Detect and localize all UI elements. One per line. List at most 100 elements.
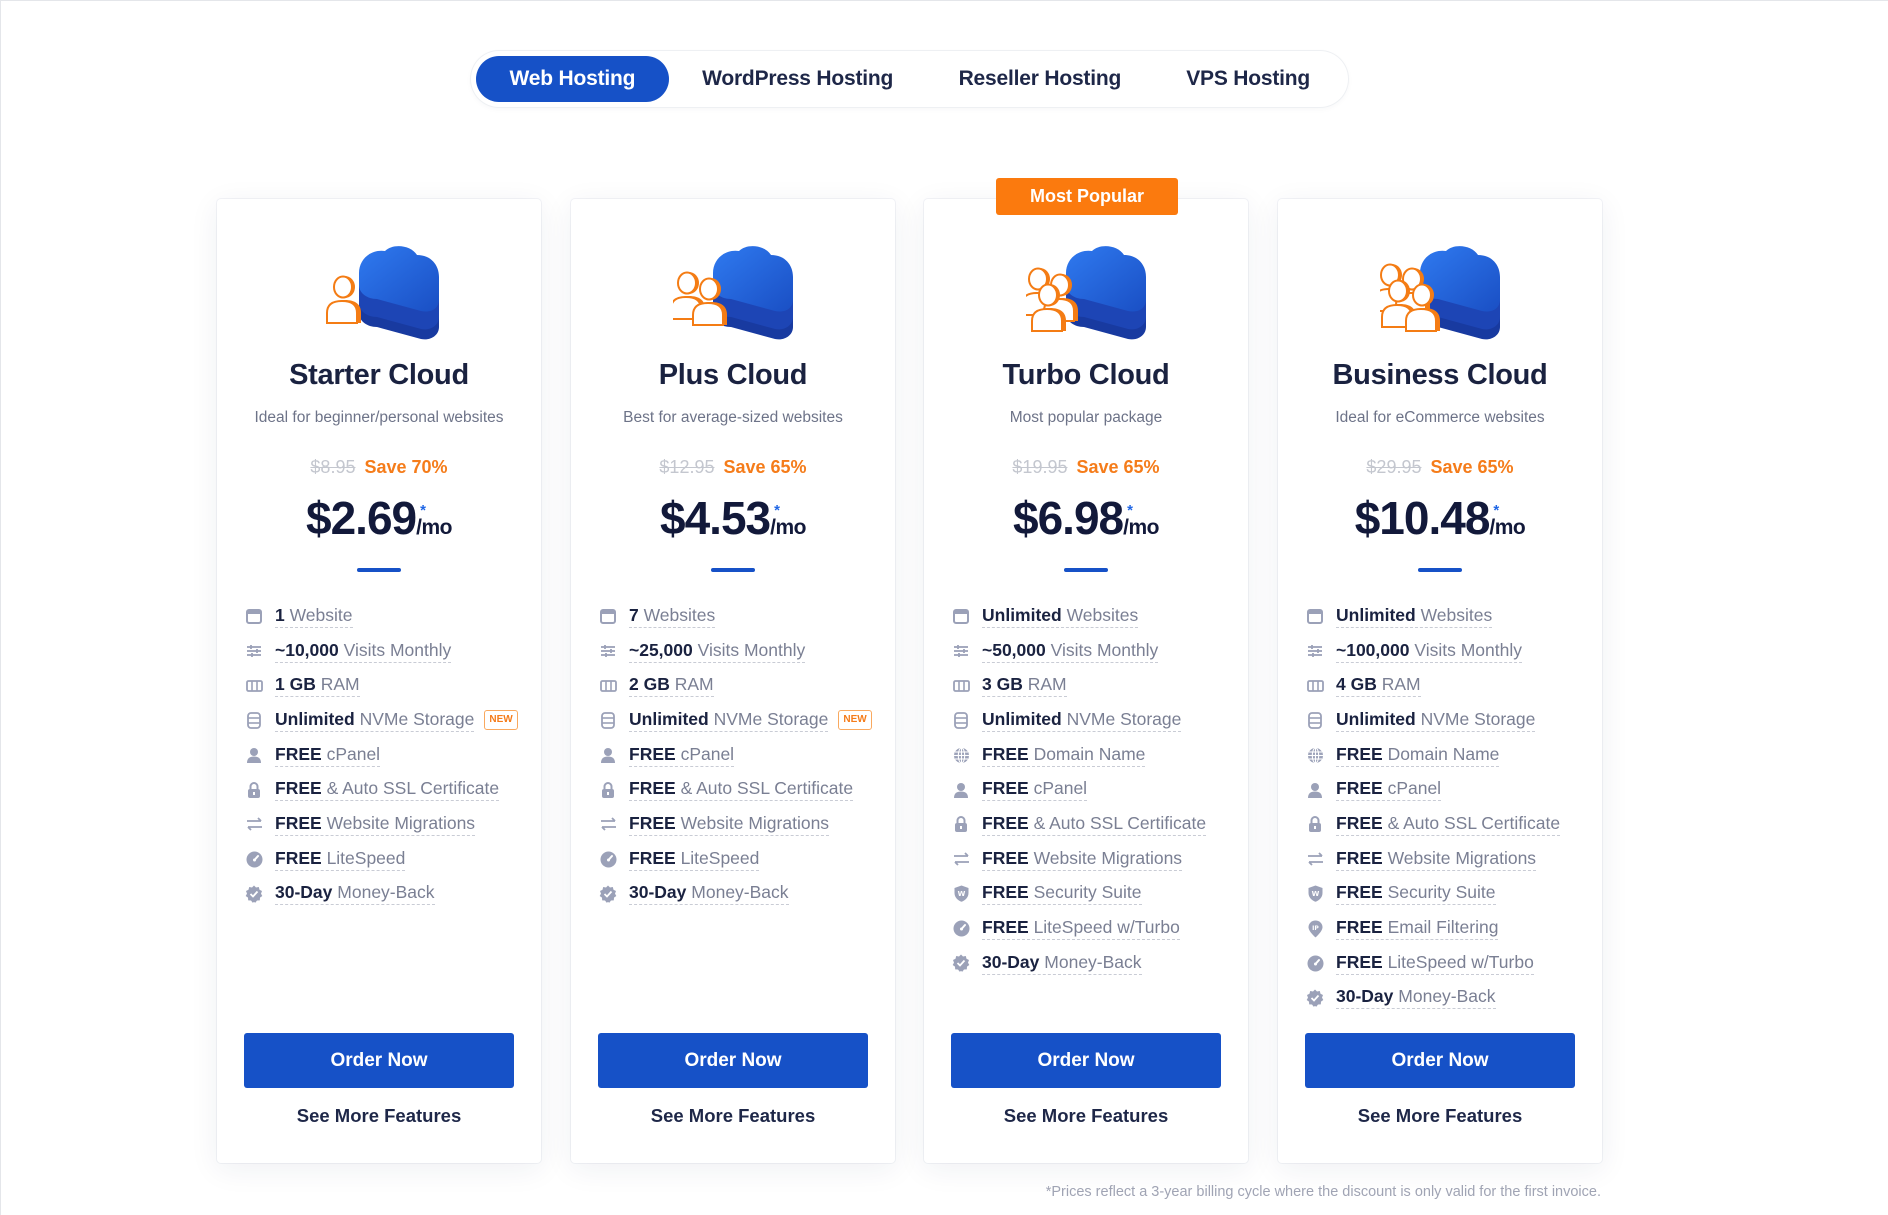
cloud-four-users-icon	[1373, 241, 1500, 341]
feature-text[interactable]: Unlimited NVMe Storage	[275, 709, 475, 732]
feature-text[interactable]: FREE Website Migrations	[1336, 848, 1537, 871]
feature-label: Domain Name	[1033, 743, 1146, 764]
price-footnote-asterisk: *	[420, 502, 426, 519]
feature-label: Visits Monthly	[697, 639, 806, 660]
see-more-features-link[interactable]: See More Features	[1278, 1105, 1602, 1127]
order-now-button[interactable]: Order Now	[598, 1033, 868, 1088]
feature-highlight: 4 GB	[1336, 674, 1377, 695]
order-now-button[interactable]: Order Now	[1305, 1033, 1575, 1088]
feature-label: Domain Name	[1387, 743, 1500, 764]
feature-text[interactable]: FREE Domain Name	[1336, 743, 1500, 767]
see-more-features-link[interactable]: See More Features	[217, 1105, 541, 1127]
feature-text[interactable]: 3 GB RAM	[982, 674, 1067, 698]
feature-text[interactable]: 2 GB RAM	[629, 674, 714, 698]
feature-text[interactable]: FREE LiteSpeed w/Turbo	[982, 917, 1180, 941]
feature-text[interactable]: 1 GB RAM	[275, 674, 360, 698]
feature-label: RAM	[674, 674, 714, 695]
browser-window-icon	[245, 607, 263, 625]
feature-text[interactable]: FREE Website Migrations	[275, 813, 476, 836]
feature-text[interactable]: FREE Security Suite	[982, 882, 1142, 906]
tab-vps-hosting[interactable]: VPS Hosting	[1153, 56, 1343, 102]
feature-highlight: 1 GB	[275, 674, 316, 695]
feature-text[interactable]: FREE LiteSpeed	[629, 848, 760, 871]
feature-text[interactable]: 30-Day Money-Back	[629, 882, 789, 906]
price-footnote-asterisk: *	[1127, 502, 1133, 519]
tab-wordpress-hosting[interactable]: WordPress Hosting	[669, 56, 927, 102]
feature-text[interactable]: FREE Security Suite	[1336, 882, 1496, 906]
feature-text[interactable]: 1 Website	[275, 605, 353, 628]
feature-text[interactable]: FREE Website Migrations	[982, 848, 1183, 871]
feature-text[interactable]: 4 GB RAM	[1336, 674, 1421, 698]
feature-text[interactable]: Unlimited Websites	[982, 604, 1139, 628]
feature-text[interactable]: 7 Websites	[629, 604, 716, 628]
see-more-features-link[interactable]: See More Features	[924, 1105, 1248, 1127]
price-divider	[711, 568, 755, 572]
feature-label: cPanel	[326, 743, 381, 764]
feature-text[interactable]: 30-Day Money-Back	[1336, 986, 1496, 1010]
plan-description: Most popular package	[1009, 409, 1163, 426]
feature-text[interactable]: FREE & Auto SSL Certificate	[275, 778, 500, 802]
feature-text[interactable]: FREE LiteSpeed w/Turbo	[1336, 952, 1534, 975]
plan-card-plus: Plus Cloud Best for average-sized websit…	[571, 199, 895, 1163]
feature-label: Websites	[1066, 604, 1139, 625]
feature-text[interactable]: Unlimited NVMe Storage	[982, 708, 1182, 732]
feature-label: & Auto SSL Certificate	[326, 778, 500, 799]
feature-text[interactable]: Unlimited Websites	[1336, 605, 1493, 628]
price-divider	[357, 568, 401, 572]
feature-label: & Auto SSL Certificate	[1033, 812, 1207, 833]
feature-label: Visits Monthly	[1050, 639, 1159, 660]
feature-text[interactable]: Unlimited NVMe Storage	[1336, 709, 1536, 732]
monthly-price: $6.98	[1013, 492, 1124, 544]
feature-text[interactable]: ~100,000 Visits Monthly	[1336, 640, 1522, 663]
feature-label: Money-Back	[1044, 951, 1142, 972]
lock-icon	[952, 815, 970, 833]
feature-highlight: ~10,000	[275, 639, 339, 660]
see-more-features-link[interactable]: See More Features	[571, 1105, 895, 1127]
feature-text[interactable]: ~10,000 Visits Monthly	[275, 639, 452, 663]
feature-item: IP FREE Email Filtering	[1306, 911, 1592, 946]
price-divider	[1064, 568, 1108, 572]
feature-label: Money-Back	[691, 882, 789, 903]
feature-text[interactable]: FREE & Auto SSL Certificate	[982, 812, 1207, 836]
memory-chip-icon	[599, 677, 617, 695]
feature-item: ~10,000 Visits Monthly	[245, 634, 531, 669]
feature-text[interactable]: FREE Website Migrations	[629, 813, 830, 836]
feature-text[interactable]: 30-Day Money-Back	[982, 952, 1142, 975]
feature-text[interactable]: FREE & Auto SSL Certificate	[1336, 813, 1561, 836]
plan-description: Best for average-sized websites	[623, 409, 843, 426]
feature-highlight: FREE	[1336, 743, 1383, 764]
per-month-label: */mo	[1489, 502, 1525, 540]
order-now-button[interactable]: Order Now	[951, 1033, 1221, 1088]
feature-text[interactable]: FREE LiteSpeed	[275, 848, 406, 871]
feature-highlight: 2 GB	[629, 674, 670, 695]
storage-icon	[245, 711, 263, 729]
feature-label: Websites	[643, 604, 716, 625]
feature-label: NVMe Storage	[1066, 708, 1182, 729]
feature-text[interactable]: Unlimited NVMe Storage	[629, 709, 829, 732]
feature-text[interactable]: FREE cPanel	[982, 778, 1088, 802]
feature-text[interactable]: FREE cPanel	[275, 743, 381, 767]
feature-item: Unlimited Websites	[952, 599, 1238, 634]
feature-text[interactable]: FREE cPanel	[1336, 778, 1442, 802]
feature-text[interactable]: FREE Email Filtering	[1336, 917, 1499, 941]
feature-text[interactable]: ~50,000 Visits Monthly	[982, 639, 1159, 663]
feature-item: FREE cPanel	[599, 738, 885, 773]
feature-text[interactable]: ~25,000 Visits Monthly	[629, 639, 806, 663]
feature-text[interactable]: FREE cPanel	[629, 743, 735, 767]
feature-list: 7 Websites ~25,000 Visits Monthly 2 GB RAM…	[599, 599, 885, 911]
feature-item: FREE & Auto SSL Certificate	[599, 772, 885, 807]
feature-text[interactable]: FREE Domain Name	[982, 743, 1146, 767]
guarantee-badge-icon	[599, 885, 617, 903]
order-now-button[interactable]: Order Now	[244, 1033, 514, 1088]
feature-text[interactable]: FREE & Auto SSL Certificate	[629, 778, 854, 802]
tab-reseller-hosting[interactable]: Reseller Hosting	[926, 56, 1153, 102]
feature-text[interactable]: 30-Day Money-Back	[275, 882, 435, 906]
user-icon	[599, 746, 617, 764]
feature-list: Unlimited Websites ~50,000 Visits Monthly…	[952, 599, 1238, 981]
guarantee-badge-icon	[1306, 989, 1324, 1007]
feature-highlight: ~25,000	[629, 639, 693, 660]
plan-card-starter: Starter Cloud Ideal for beginner/persona…	[217, 199, 541, 1163]
tab-web-hosting[interactable]: Web Hosting	[476, 56, 669, 102]
feature-label: cPanel	[680, 743, 735, 764]
memory-chip-icon	[1306, 677, 1324, 695]
